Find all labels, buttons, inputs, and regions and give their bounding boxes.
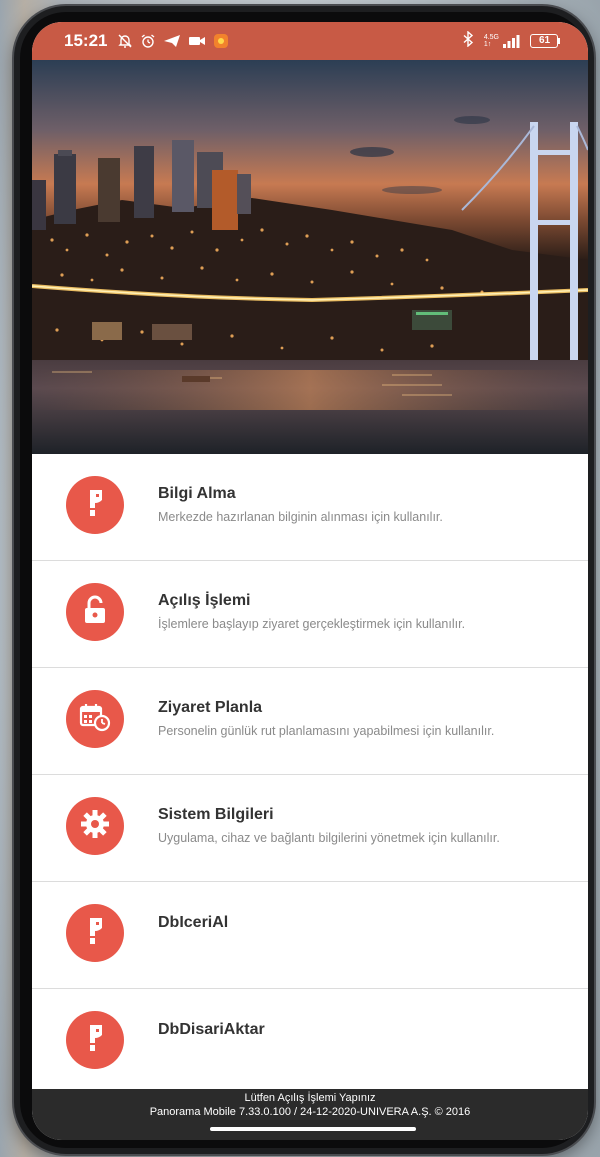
menu-item-sistem-bilgileri[interactable]: Sistem Bilgileri Uygulama, cihaz ve bağl… <box>32 775 588 882</box>
menu-item-title: Ziyaret Planla <box>158 699 263 716</box>
menu-item-icon-badge <box>66 797 124 855</box>
menu-item-icon-badge <box>66 904 124 962</box>
menu-item-icon-badge <box>66 476 124 534</box>
home-gesture-bar[interactable] <box>210 1127 416 1131</box>
notification-icons <box>117 33 229 49</box>
app-screen: 15:21 4.5G 1↑ 61 Bilgi Alma Merkezde haz… <box>32 22 588 1140</box>
alarm-clock-icon <box>140 33 156 49</box>
menu-item-description: Merkezde hazırlanan bilginin alınması iç… <box>158 510 443 524</box>
battery-icon: 61 <box>530 34 560 48</box>
status-footer: Lütfen Açılış İşlemi Yapınız Panorama Mo… <box>32 1089 588 1140</box>
video-camera-icon <box>188 35 206 47</box>
unlock-icon <box>82 595 108 630</box>
send-icon <box>163 34 181 48</box>
menu-item-acilis-islemi[interactable]: Açılış İşlemi İşlemlere başlayıp ziyaret… <box>32 561 588 668</box>
menu-item-description: Uygulama, cihaz ve bağlantı bilgilerini … <box>158 831 500 845</box>
menu-item-description: Personelin günlük rut planlamasını yapab… <box>158 724 495 738</box>
bluetooth-icon <box>462 29 474 52</box>
signal-icon: 4.5G 1↑ <box>484 34 520 48</box>
footer-message: Lütfen Açılış İşlemi Yapınız <box>244 1092 376 1104</box>
system-status: 4.5G 1↑ 61 <box>462 22 560 60</box>
menu-item-ziyaret-planla[interactable]: Ziyaret Planla Personelin günlük rut pla… <box>32 668 588 775</box>
city-skyline-illustration <box>32 60 588 454</box>
status-bar: 15:21 4.5G 1↑ 61 <box>32 22 588 60</box>
gear-icon <box>80 809 110 844</box>
menu-item-bilgi-alma[interactable]: Bilgi Alma Merkezde hazırlanan bilginin … <box>32 454 588 561</box>
main-menu: Bilgi Alma Merkezde hazırlanan bilginin … <box>32 454 588 1096</box>
menu-item-description: İşlemlere başlayıp ziyaret gerçekleştirm… <box>158 617 466 631</box>
menu-item-icon-badge <box>66 690 124 748</box>
network-type-label: 4.5G <box>483 34 499 41</box>
menu-item-title: DbDisariAktar <box>158 1021 265 1038</box>
menu-item-icon-badge <box>66 583 124 641</box>
network-sub-label: 1↑ <box>483 41 492 48</box>
menu-item-title: Açılış İşlemi <box>158 592 251 609</box>
footer-version: Panorama Mobile 7.33.0.100 / 24-12-2020-… <box>149 1106 471 1118</box>
info-pen-icon <box>81 487 109 524</box>
menu-item-dbdisari-aktar[interactable]: DbDisariAktar <box>32 989 588 1096</box>
menu-item-title: DbIceriAl <box>158 914 229 931</box>
menu-item-title: Sistem Bilgileri <box>158 806 274 823</box>
menu-item-dbiceri-al[interactable]: DbIceriAl <box>32 882 588 989</box>
menu-item-title: Bilgi Alma <box>158 485 236 502</box>
info-pen-icon <box>81 1022 109 1059</box>
calendar-clock-icon <box>79 702 111 737</box>
status-time: 15:21 <box>64 31 108 50</box>
hero-image <box>32 60 588 454</box>
menu-item-icon-badge <box>66 1011 124 1069</box>
info-pen-icon <box>81 915 109 952</box>
bell-off-icon <box>117 33 133 49</box>
battery-level: 61 <box>538 35 551 46</box>
app-notification-icon <box>213 33 229 49</box>
